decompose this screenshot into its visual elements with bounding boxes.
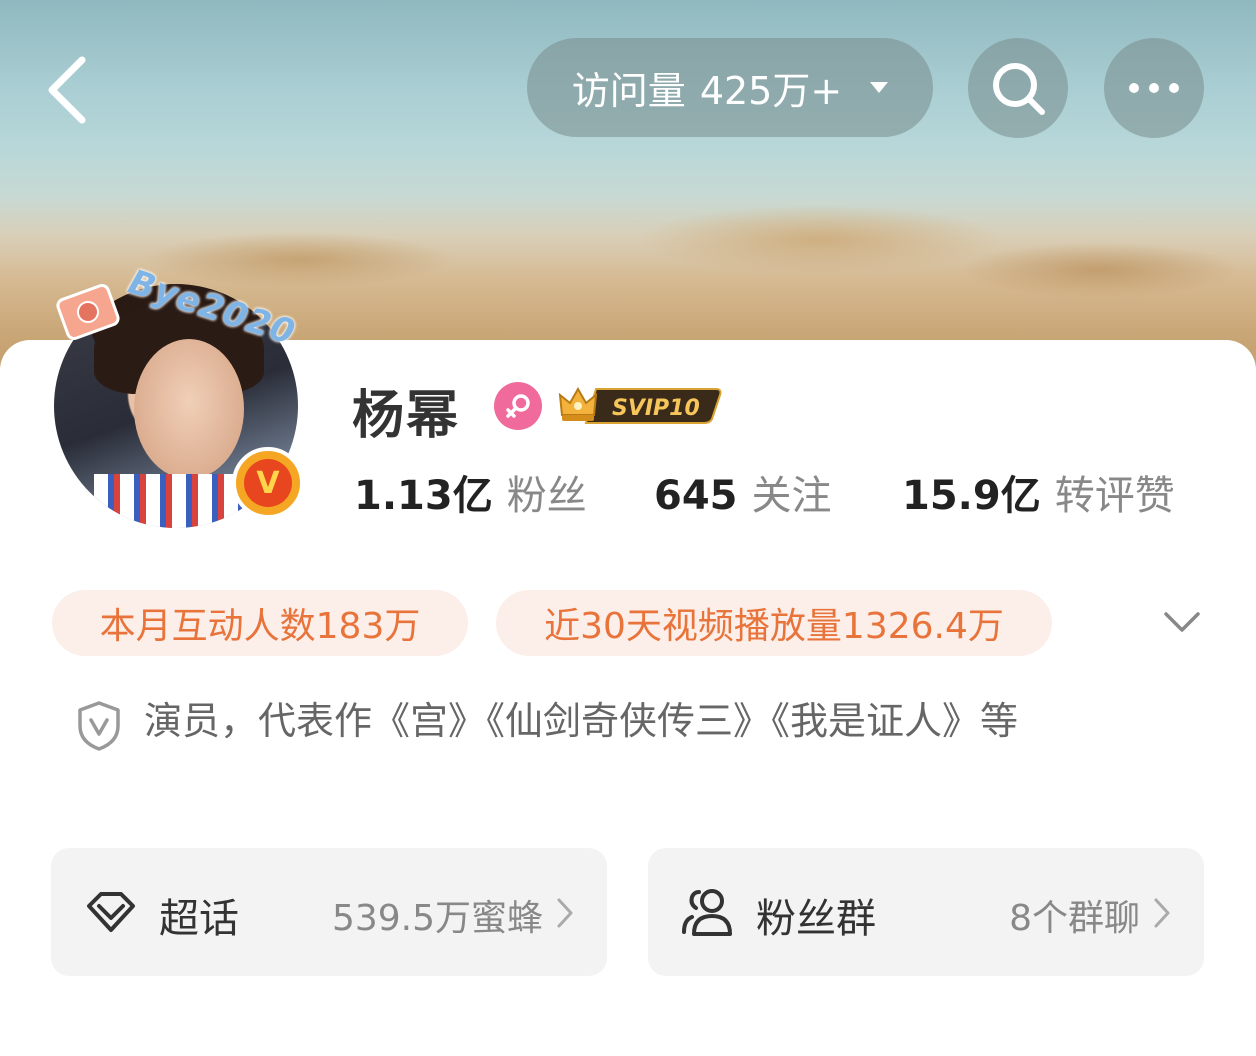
stat-followers[interactable]: 1.13亿 粉丝 [354, 463, 587, 521]
stat-following[interactable]: 645 关注 [654, 463, 832, 521]
verified-badge: V [232, 447, 304, 519]
search-icon [993, 63, 1045, 115]
verified-v-icon: V [244, 459, 292, 507]
chevron-left-icon [48, 56, 86, 124]
monthly-interaction-chip[interactable]: 本月互动人数183万 [52, 590, 468, 656]
fan-group-entry[interactable]: 粉丝群 8个群聊 [648, 848, 1204, 976]
entry-value: 539.5万蜜蜂 [331, 898, 543, 939]
search-button[interactable] [968, 38, 1068, 138]
visits-label: 访问量 [571, 69, 686, 113]
entry-value: 8个群聊 [1009, 898, 1140, 939]
chevron-right-icon [1152, 896, 1172, 930]
stat-interactions[interactable]: 15.9亿 转评赞 [902, 463, 1175, 521]
stat-value: 15.9亿 [902, 473, 1041, 519]
svip-badge[interactable]: SVIP10 [556, 381, 724, 427]
stat-label: 关注 [751, 473, 832, 519]
entry-label: 粉丝群 [756, 896, 876, 942]
expand-button[interactable] [1160, 602, 1204, 642]
entry-label: 超话 [159, 896, 239, 942]
female-icon [494, 382, 542, 430]
stat-value: 645 [654, 473, 738, 519]
visits-value: 425万+ [699, 69, 843, 113]
svip-label: SVIP10 [612, 396, 700, 421]
back-button[interactable] [40, 50, 100, 130]
chevron-right-icon [555, 896, 575, 930]
avatar-face [134, 339, 244, 479]
profile-name: 杨幂 [352, 386, 461, 446]
video-views-chip[interactable]: 近30天视频播放量1326.4万 [496, 590, 1052, 656]
users-icon [680, 886, 736, 938]
stat-label: 粉丝 [506, 473, 587, 519]
chevron-down-icon [1164, 612, 1200, 632]
diamond-icon [83, 886, 139, 938]
stat-value: 1.13亿 [354, 473, 493, 519]
more-button[interactable] [1104, 38, 1204, 138]
caret-down-icon [870, 82, 889, 93]
profile-description: 演员，代表作《宫》《仙剑奇侠传三》《我是证人》等 [144, 699, 1019, 743]
shield-v-icon [76, 700, 122, 752]
more-icon [1129, 83, 1179, 93]
super-topic-entry[interactable]: 超话 539.5万蜜蜂 [51, 848, 607, 976]
visits-dropdown[interactable]: 访问量 425万+ [527, 38, 933, 137]
stat-label: 转评赞 [1054, 473, 1175, 519]
